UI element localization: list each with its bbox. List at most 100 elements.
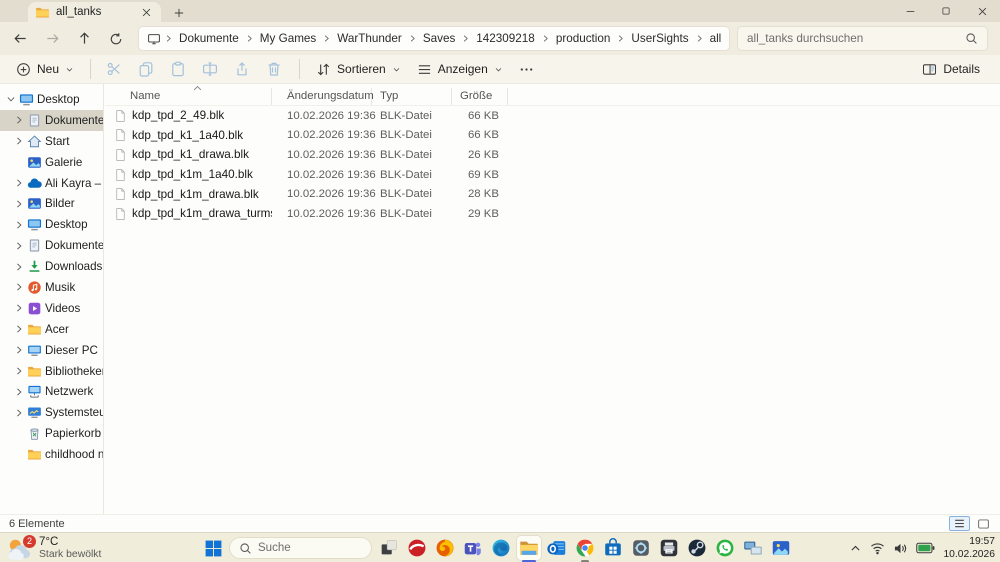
sidebar-item[interactable]: Papierkorb: [0, 423, 103, 444]
weather-widget[interactable]: 2 7°C Stark bewölkt: [7, 536, 101, 561]
taskbar-app[interactable]: [489, 536, 513, 560]
chevron-down-icon[interactable]: [5, 94, 16, 105]
breadcrumb-chevron-icon[interactable]: [695, 34, 704, 43]
sidebar-item[interactable]: Desktop: [0, 214, 103, 235]
sidebar-item[interactable]: childhood nostalg: [0, 444, 103, 465]
column-header[interactable]: Größe: [452, 88, 508, 105]
taskbar-clock[interactable]: 19:57 10.02.2026: [943, 535, 995, 562]
tab-close-icon[interactable]: [138, 4, 154, 20]
taskbar-app[interactable]: [713, 536, 737, 560]
window-control-button[interactable]: [928, 0, 964, 22]
more-options-button[interactable]: [511, 58, 542, 81]
sidebar-item[interactable]: Systemsteuerung: [0, 402, 103, 423]
taskbar-app[interactable]: [685, 536, 709, 560]
explorer-search-input[interactable]: [747, 32, 959, 45]
file-op-button[interactable]: [195, 56, 225, 82]
breadcrumb-chevron-icon[interactable]: [245, 34, 254, 43]
file-op-button[interactable]: [163, 56, 193, 82]
chevron-right-icon[interactable]: [13, 198, 24, 209]
breadcrumb-chevron-icon[interactable]: [322, 34, 331, 43]
breadcrumb-item[interactable]: Dokumente: [174, 30, 244, 47]
taskbar-app[interactable]: [405, 536, 429, 560]
taskbar-app[interactable]: [769, 536, 793, 560]
breadcrumb-chevron-icon[interactable]: [541, 34, 550, 43]
taskbar-app[interactable]: [741, 536, 765, 560]
window-control-button[interactable]: [892, 0, 928, 22]
chevron-right-icon[interactable]: [13, 282, 24, 293]
breadcrumb-chevron-icon[interactable]: [616, 34, 625, 43]
taskbar-app[interactable]: [657, 536, 681, 560]
file-row[interactable]: kdp_tpd_k1_drawa.blk 10.02.2026 19:36 BL…: [105, 145, 1000, 165]
breadcrumb-item[interactable]: Saves: [418, 30, 460, 47]
icons-view-toggle[interactable]: [973, 516, 994, 531]
taskbar-app[interactable]: [573, 536, 597, 560]
sidebar-item[interactable]: Acer: [0, 319, 103, 340]
breadcrumb-item[interactable]: My Games: [255, 30, 322, 47]
sidebar-item[interactable]: Dieser PC: [0, 340, 103, 361]
chevron-right-icon[interactable]: [13, 407, 24, 418]
explorer-search-box[interactable]: [737, 26, 988, 51]
chevron-right-icon[interactable]: [13, 178, 24, 189]
chevron-right-icon[interactable]: [13, 115, 24, 126]
column-header[interactable]: Änderungsdatum: [272, 88, 372, 105]
sidebar-item[interactable]: Dokumente: [0, 235, 103, 256]
tray-icon-button[interactable]: [870, 542, 885, 555]
sort-button[interactable]: Sortieren: [308, 58, 409, 81]
tray-icon-button[interactable]: [849, 542, 862, 555]
taskbar-app[interactable]: [601, 536, 625, 560]
chevron-right-icon[interactable]: [13, 345, 24, 356]
new-button[interactable]: Neu: [8, 58, 82, 81]
chevron-right-icon[interactable]: [13, 136, 24, 147]
taskbar-app[interactable]: [545, 536, 569, 560]
file-row[interactable]: kdp_tpd_k1m_1a40.blk 10.02.2026 19:36 BL…: [105, 165, 1000, 185]
chevron-right-icon[interactable]: [13, 219, 24, 230]
taskbar-app[interactable]: [377, 536, 401, 560]
sidebar-item[interactable]: Desktop: [0, 89, 103, 110]
tab-all-tanks[interactable]: all_tanks: [28, 2, 161, 22]
taskbar-search[interactable]: [229, 537, 372, 559]
details-pane-button[interactable]: Details: [914, 58, 988, 81]
chevron-right-icon[interactable]: [13, 386, 24, 397]
tray-icon-button[interactable]: [893, 542, 908, 555]
start-button[interactable]: [203, 538, 223, 558]
taskbar-app[interactable]: [433, 536, 457, 560]
file-op-button[interactable]: [131, 56, 161, 82]
tray-icon-button[interactable]: [916, 542, 935, 554]
file-row[interactable]: kdp_tpd_k1m_drawa_turms.blk 10.02.2026 1…: [105, 204, 1000, 224]
taskbar-app[interactable]: [629, 536, 653, 560]
file-op-button[interactable]: [259, 56, 289, 82]
address-bar[interactable]: Dokumente My Games WarThunder Saves 14230921…: [138, 26, 730, 51]
sidebar-item[interactable]: Ali Kayra – Persön: [0, 173, 103, 194]
column-header[interactable]: Typ: [372, 88, 452, 105]
sidebar-item[interactable]: Dokumente: [0, 110, 103, 131]
sidebar-item[interactable]: Start: [0, 131, 103, 152]
file-row[interactable]: kdp_tpd_2_49.blk 10.02.2026 19:36 BLK-Da…: [105, 106, 1000, 126]
breadcrumb-item[interactable]: UserSights: [626, 30, 693, 47]
details-view-toggle[interactable]: [949, 516, 970, 531]
breadcrumb-item[interactable]: production: [551, 30, 616, 47]
window-control-button[interactable]: [964, 0, 1000, 22]
breadcrumb-item[interactable]: all_tanks: [705, 30, 721, 47]
file-op-button[interactable]: [99, 56, 129, 82]
sidebar-item[interactable]: Bilder: [0, 193, 103, 214]
sidebar-item[interactable]: Videos: [0, 298, 103, 319]
file-op-button[interactable]: [227, 56, 257, 82]
chevron-right-icon[interactable]: [13, 324, 24, 335]
breadcrumb-chevron-icon[interactable]: [164, 34, 173, 43]
breadcrumb-item[interactable]: 142309218: [471, 30, 540, 47]
nav-button[interactable]: [6, 26, 34, 52]
taskbar-app[interactable]: [517, 536, 541, 560]
breadcrumb-chevron-icon[interactable]: [461, 34, 470, 43]
breadcrumb-chevron-icon[interactable]: [408, 34, 417, 43]
taskbar-search-input[interactable]: [258, 542, 362, 554]
taskbar-app[interactable]: [461, 536, 485, 560]
sidebar-item[interactable]: Netzwerk: [0, 381, 103, 402]
chevron-right-icon[interactable]: [13, 261, 24, 272]
chevron-right-icon[interactable]: [13, 366, 24, 377]
view-button[interactable]: Anzeigen: [409, 58, 511, 81]
sidebar-item[interactable]: Galerie: [0, 152, 103, 173]
nav-button[interactable]: [70, 26, 98, 52]
breadcrumb-item[interactable]: WarThunder: [332, 30, 407, 47]
sidebar-item[interactable]: Musik: [0, 277, 103, 298]
column-header[interactable]: Name: [105, 88, 272, 105]
